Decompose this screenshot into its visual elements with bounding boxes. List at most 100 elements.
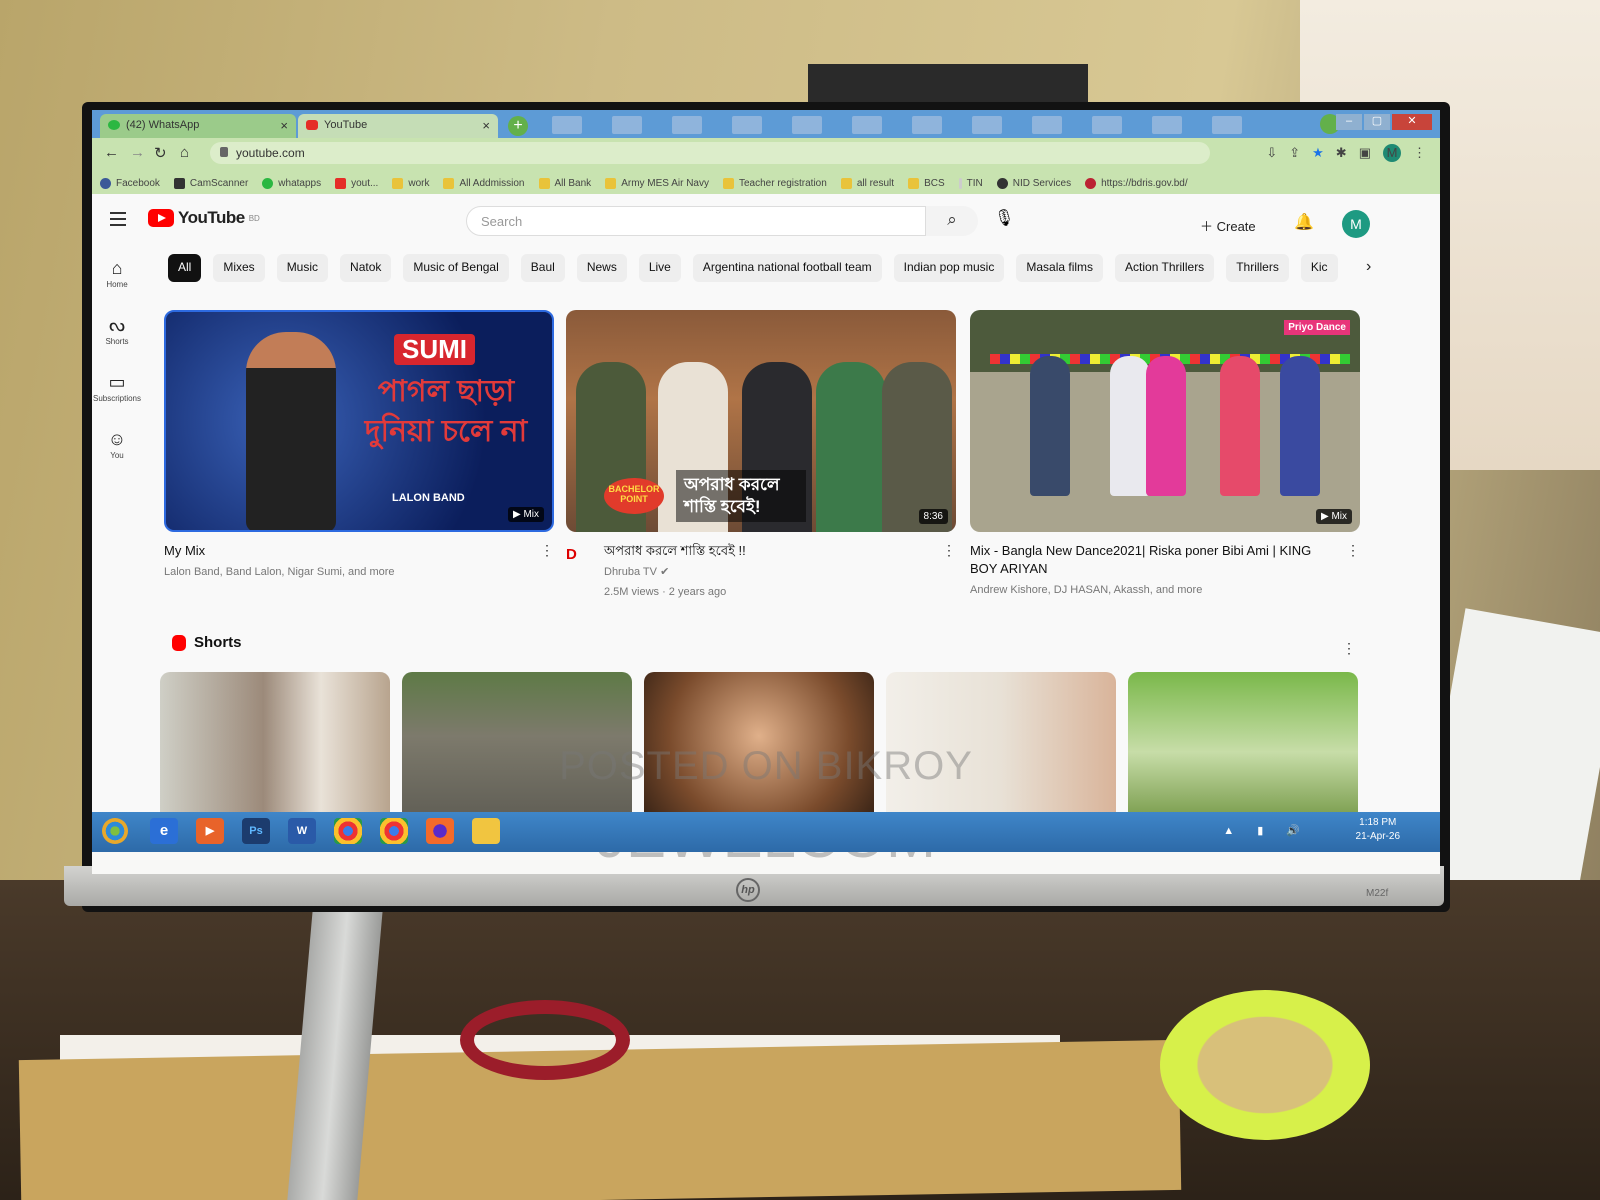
bookmark-label: TIN [966,178,983,189]
close-window-button[interactable]: ✕ [1392,114,1432,130]
menu-icon[interactable]: ⋮ [1413,145,1426,161]
chip-natok[interactable]: Natok [340,254,392,282]
chip-news[interactable]: News [576,254,627,282]
more-options-icon[interactable]: ⋮ [942,542,956,559]
chevron-right-icon[interactable]: › [1366,258,1371,276]
bookmark-teacher[interactable]: Teacher registration [722,173,827,194]
start-button[interactable] [102,818,128,844]
close-icon[interactable]: × [482,118,490,133]
create-button[interactable]: ＋ Create [1200,216,1256,235]
bell-icon[interactable]: 🔔 [1294,212,1314,232]
bookmark-whatapps[interactable]: whatapps [262,173,321,194]
tab-whatsapp[interactable]: (42) WhatsApp × [100,114,296,138]
sidebar-item-home[interactable]: ⌂ Home [92,258,142,289]
microphone-icon[interactable]: 🎙 [994,208,1014,228]
whatsapp-icon [108,120,120,130]
search-input[interactable]: Search [466,206,926,236]
video-card-aporadh[interactable]: BACHELOR POINT অপরাধ করলে শাস্তি হবেই! 8… [566,310,956,600]
video-card-dance-mix[interactable]: Priyo Dance ▶ Mix Mix - Bangla New Dance… [970,310,1360,598]
clock[interactable]: 1:18 PM 21-Apr-26 [1356,816,1400,844]
chip-music-of-bengal[interactable]: Music of Bengal [403,254,509,282]
chip-live[interactable]: Live [638,254,681,282]
sidebar-item-subscriptions[interactable]: ▭ Subscriptions [92,372,142,403]
video-thumbnail[interactable]: Priyo Dance ▶ Mix [970,310,1360,532]
tray-icons[interactable]: ▲ ▮ 🔊 [1223,824,1310,837]
forward-icon[interactable]: → [130,144,145,161]
tape-roll [1160,990,1370,1140]
region-code: BD [248,213,260,223]
minimize-button[interactable]: – [1336,114,1362,130]
more-options-icon[interactable]: ⋮ [1342,640,1356,657]
sidebar-item-shorts[interactable]: ᔓ Shorts [92,315,142,346]
chip-masala[interactable]: Masala films [1016,254,1104,282]
sidebar-item-label: Home [106,280,128,289]
bookmark-all-bank[interactable]: All Bank [538,173,592,194]
bookmark-youtube[interactable]: yout... [335,173,378,194]
video-title[interactable]: অপরাধ করলে শাস্তি হবেই !! [604,542,956,560]
chip-baul[interactable]: Baul [520,254,565,282]
youtube-logo[interactable]: YouTube BD [148,208,260,228]
share-icon[interactable]: ⇪ [1289,145,1300,161]
reload-icon[interactable]: ↻ [154,144,167,162]
search-icon[interactable]: ⌕ [926,206,978,236]
site-icon [1085,178,1097,189]
url-input[interactable]: youtube.com [210,142,1210,164]
thumbnail-person [1280,356,1320,496]
extensions-icon[interactable]: ✱ [1336,145,1347,161]
chip-music[interactable]: Music [276,254,329,282]
new-tab-button[interactable]: + [508,116,528,136]
tab-youtube[interactable]: YouTube × [298,114,498,138]
firefox-icon[interactable] [426,818,454,844]
profile-avatar[interactable]: M [1383,144,1401,162]
bookmark-nid[interactable]: NID Services [996,173,1071,194]
more-options-icon[interactable]: ⋮ [1346,542,1360,559]
bookmark-all-addmission[interactable]: All Addmission [443,173,525,194]
back-icon[interactable]: ← [104,144,119,161]
bookmark-facebook[interactable]: Facebook [100,173,160,194]
chip-all[interactable]: All [168,254,202,282]
shorts-icon: ᔓ [108,315,126,335]
video-card-my-mix[interactable]: SUMI পাগল ছাড়া দুনিয়া চলে না LALON BAN… [164,310,554,580]
bookmark-bdris[interactable]: https://bdris.gov.bd/ [1085,173,1188,194]
channel-name[interactable]: Dhruba TV [604,566,657,578]
photoshop-icon[interactable]: Ps [242,818,270,844]
create-label: Create [1216,219,1256,234]
bookmark-work[interactable]: work [392,173,429,194]
bookmark-army[interactable]: Army MES Air Navy [605,173,709,194]
star-icon[interactable]: ★ [1312,145,1324,161]
chip-kic[interactable]: Kic [1300,254,1338,282]
side-panel-icon[interactable]: ▣ [1359,145,1371,161]
video-title[interactable]: Mix - Bangla New Dance2021| Riska poner … [970,542,1360,578]
folder-icon[interactable] [472,818,500,844]
channel-avatar[interactable]: D [566,546,592,566]
more-options-icon[interactable]: ⋮ [540,542,554,559]
word-icon[interactable]: W [288,818,316,844]
chip-action-thrillers[interactable]: Action Thrillers [1115,254,1215,282]
chip-mixes[interactable]: Mixes [213,254,265,282]
chrome-icon[interactable] [380,818,408,844]
sidebar-item-you[interactable]: ☺ You [92,429,142,460]
bookmark-label: whatapps [278,178,322,189]
chip-indian-pop[interactable]: Indian pop music [893,254,1005,282]
media-player-icon[interactable]: ▶ [196,818,224,844]
video-thumbnail[interactable]: BACHELOR POINT অপরাধ করলে শাস্তি হবেই! 8… [566,310,956,532]
ie-icon[interactable]: e [150,818,178,844]
home-icon[interactable]: ⌂ [180,144,189,161]
maximize-button[interactable]: ▢ [1364,114,1390,130]
hamburger-menu-icon[interactable] [110,212,126,230]
bookmark-all-result[interactable]: all result [840,173,894,194]
bookmark-tin[interactable]: TIN [958,173,983,194]
bookmark-label: All Bank [554,178,592,189]
chip-thrillers[interactable]: Thrillers [1226,254,1289,282]
avatar[interactable]: M [1342,210,1370,238]
video-thumbnail[interactable]: SUMI পাগল ছাড়া দুনিয়া চলে না LALON BAN… [164,310,554,532]
bookmark-camscanner[interactable]: CamScanner [173,173,248,194]
install-icon[interactable]: ⇩ [1266,145,1277,161]
bookmark-bcs[interactable]: BCS [908,173,945,194]
chip-argentina[interactable]: Argentina national football team [692,254,882,282]
video-title[interactable]: My Mix [164,542,554,560]
thumbnail-person [1146,356,1186,496]
close-icon[interactable]: × [280,118,288,133]
thumbnail-person [1110,356,1150,496]
chrome-icon[interactable] [334,818,362,844]
